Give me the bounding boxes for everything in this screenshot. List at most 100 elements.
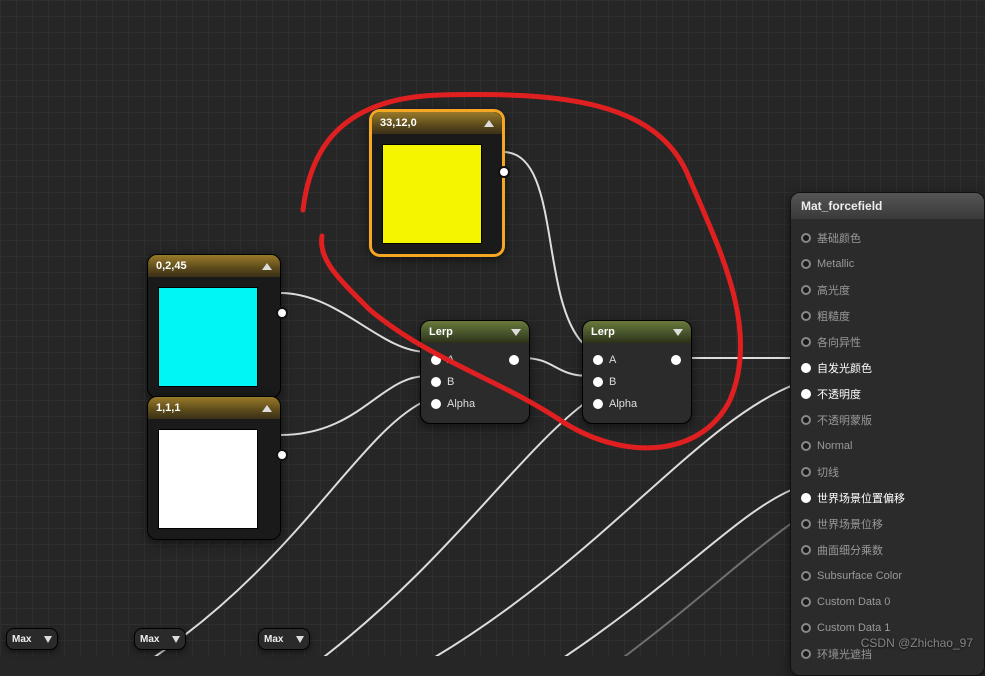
node-constant-white[interactable]: 1,1,1 bbox=[147, 396, 281, 540]
node-title: Max bbox=[12, 634, 31, 645]
pin-label: 世界场景位置偏移 bbox=[817, 490, 905, 506]
pin-label: Alpha bbox=[447, 398, 519, 410]
pin-label: Subsurface Color bbox=[817, 570, 902, 582]
pin-label: 高光度 bbox=[817, 282, 850, 298]
pin-label: 不透明度 bbox=[817, 386, 861, 402]
material-input-wpo[interactable]: 世界场景位置偏移 bbox=[801, 485, 974, 511]
node-header[interactable]: Lerp bbox=[421, 321, 529, 343]
collapse-icon[interactable] bbox=[296, 636, 304, 643]
input-pin-a[interactable] bbox=[431, 355, 441, 365]
material-input-base_color[interactable]: 基础颜色 bbox=[801, 225, 974, 251]
collapse-icon[interactable] bbox=[673, 329, 683, 336]
pin-label: Alpha bbox=[609, 398, 681, 410]
node-max-3[interactable]: Max bbox=[258, 628, 310, 650]
output-pin[interactable] bbox=[276, 307, 288, 319]
material-input-normal[interactable]: Normal bbox=[801, 433, 974, 459]
color-swatch bbox=[158, 287, 258, 387]
pin-label: 曲面细分乘数 bbox=[817, 542, 883, 558]
input-pin-a[interactable] bbox=[593, 355, 603, 365]
output-pin[interactable] bbox=[276, 449, 288, 461]
input-pin[interactable] bbox=[801, 519, 811, 529]
pin-label: 各向异性 bbox=[817, 334, 861, 350]
output-pin[interactable] bbox=[498, 166, 510, 178]
material-input-specular[interactable]: 高光度 bbox=[801, 277, 974, 303]
input-pin[interactable] bbox=[801, 259, 811, 269]
input-pin-alpha[interactable] bbox=[593, 399, 603, 409]
node-constant-yellow[interactable]: 33,12,0 bbox=[370, 110, 504, 256]
node-constant-cyan[interactable]: 0,2,45 bbox=[147, 254, 281, 398]
pin-label: 基础颜色 bbox=[817, 230, 861, 246]
input-pin[interactable] bbox=[801, 493, 811, 503]
pin-label: A bbox=[609, 354, 665, 366]
input-pin-b[interactable] bbox=[431, 377, 441, 387]
pin-label: Metallic bbox=[817, 258, 854, 270]
material-input-anisotropy[interactable]: 各向异性 bbox=[801, 329, 974, 355]
material-input-roughness[interactable]: 粗糙度 bbox=[801, 303, 974, 329]
node-header[interactable]: 1,1,1 bbox=[148, 397, 280, 419]
input-pin[interactable] bbox=[801, 389, 811, 399]
node-title: Max bbox=[264, 634, 283, 645]
node-header[interactable]: Mat_forcefield bbox=[791, 193, 984, 219]
pin-label: 粗糙度 bbox=[817, 308, 850, 324]
material-input-opacity_mask[interactable]: 不透明蒙版 bbox=[801, 407, 974, 433]
input-pin-b[interactable] bbox=[593, 377, 603, 387]
input-pin[interactable] bbox=[801, 233, 811, 243]
node-title: Mat_forcefield bbox=[801, 199, 882, 213]
color-swatch bbox=[158, 429, 258, 529]
input-pin[interactable] bbox=[801, 649, 811, 659]
output-pin[interactable] bbox=[509, 355, 519, 365]
collapse-icon[interactable] bbox=[44, 636, 52, 643]
watermark-text: CSDN @Zhichao_97 bbox=[861, 636, 973, 650]
node-lerp-1[interactable]: Lerp A B Alpha bbox=[420, 320, 530, 424]
node-title: Lerp bbox=[591, 326, 615, 338]
material-input-emissive[interactable]: 自发光颜色 bbox=[801, 355, 974, 381]
input-pin-alpha[interactable] bbox=[431, 399, 441, 409]
node-max-2[interactable]: Max bbox=[134, 628, 186, 650]
material-input-opacity[interactable]: 不透明度 bbox=[801, 381, 974, 407]
pin-label: Custom Data 0 bbox=[817, 596, 890, 608]
pin-label: Custom Data 1 bbox=[817, 622, 890, 634]
pin-label: 不透明蒙版 bbox=[817, 412, 872, 428]
input-pin[interactable] bbox=[801, 363, 811, 373]
pin-label: B bbox=[609, 376, 681, 388]
pin-label: 世界场景位移 bbox=[817, 516, 883, 532]
pin-label: Normal bbox=[817, 440, 852, 452]
material-input-subsurface[interactable]: Subsurface Color bbox=[801, 563, 974, 589]
input-pin[interactable] bbox=[801, 545, 811, 555]
material-input-tangent[interactable]: 切线 bbox=[801, 459, 974, 485]
node-header[interactable]: 33,12,0 bbox=[372, 112, 502, 134]
input-pin[interactable] bbox=[801, 415, 811, 425]
collapse-icon[interactable] bbox=[484, 120, 494, 127]
collapse-icon[interactable] bbox=[511, 329, 521, 336]
material-input-metallic[interactable]: Metallic bbox=[801, 251, 974, 277]
input-pin[interactable] bbox=[801, 571, 811, 581]
node-title: 33,12,0 bbox=[380, 117, 417, 129]
collapse-icon[interactable] bbox=[262, 263, 272, 270]
input-pin[interactable] bbox=[801, 441, 811, 451]
pin-label: 切线 bbox=[817, 464, 839, 480]
node-title: Max bbox=[140, 634, 159, 645]
node-material-output[interactable]: Mat_forcefield 基础颜色 Metallic 高光度粗糙度各向异性自发光… bbox=[790, 192, 985, 676]
material-input-custom0[interactable]: Custom Data 0 bbox=[801, 589, 974, 615]
pin-label: B bbox=[447, 376, 519, 388]
input-pin[interactable] bbox=[801, 597, 811, 607]
material-input-wd[interactable]: 世界场景位移 bbox=[801, 511, 974, 537]
input-pin[interactable] bbox=[801, 311, 811, 321]
node-max-1[interactable]: Max bbox=[6, 628, 58, 650]
node-header[interactable]: 0,2,45 bbox=[148, 255, 280, 277]
input-pin[interactable] bbox=[801, 285, 811, 295]
material-input-tess[interactable]: 曲面细分乘数 bbox=[801, 537, 974, 563]
collapse-icon[interactable] bbox=[262, 405, 272, 412]
node-title: 0,2,45 bbox=[156, 260, 187, 272]
collapse-icon[interactable] bbox=[172, 636, 180, 643]
color-swatch bbox=[382, 144, 482, 244]
output-pin[interactable] bbox=[671, 355, 681, 365]
input-pin[interactable] bbox=[801, 467, 811, 477]
node-title: 1,1,1 bbox=[156, 402, 180, 414]
pin-label: 自发光颜色 bbox=[817, 360, 872, 376]
input-pin[interactable] bbox=[801, 623, 811, 633]
node-header[interactable]: Lerp bbox=[583, 321, 691, 343]
pin-label: A bbox=[447, 354, 503, 366]
input-pin[interactable] bbox=[801, 337, 811, 347]
node-lerp-2[interactable]: Lerp A B Alpha bbox=[582, 320, 692, 424]
